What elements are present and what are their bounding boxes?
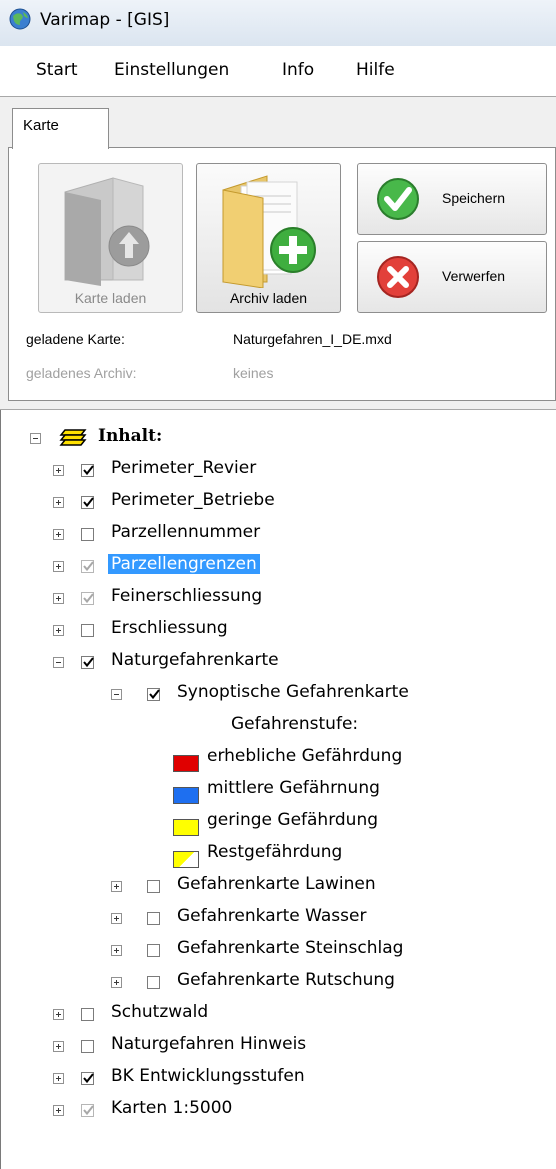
collapse-synoptische-icon[interactable] <box>111 689 122 700</box>
karte-laden-button[interactable]: Karte laden <box>38 163 183 313</box>
tree-root-label: Inhalt: <box>98 426 163 446</box>
layer-naturgefahren-hinweis[interactable]: Naturgefahren Hinweis <box>111 1034 306 1054</box>
layer-perimeter-betriebe[interactable]: Perimeter_Betriebe <box>111 490 275 510</box>
expand-schutzwald-icon[interactable] <box>53 1009 64 1020</box>
expand-naturgefahren-hinweis-icon[interactable] <box>53 1041 64 1052</box>
menu-hilfe[interactable]: Hilfe <box>356 60 395 80</box>
expand-erschliessung-icon[interactable] <box>53 625 64 636</box>
layer-erschliessung[interactable]: Erschliessung <box>111 618 228 638</box>
legend-label-rest: Restgefährdung <box>207 842 343 862</box>
verwerfen-button[interactable]: Verwerfen <box>357 241 547 313</box>
legend-swatch-yellow <box>173 819 199 836</box>
loaded-map-label: geladene Karte: <box>26 331 125 347</box>
expand-parzellennummer-icon[interactable] <box>53 529 64 540</box>
loaded-map-value: Naturgefahren_I_DE.mxd <box>233 331 392 347</box>
verwerfen-label: Verwerfen <box>442 268 506 284</box>
tab-karte-label: Karte <box>23 117 59 134</box>
checkbox-naturgefahrenkarte[interactable] <box>81 656 94 669</box>
legend-label-erheblich: erhebliche Gefährdung <box>207 746 403 766</box>
title-bar: Varimap - [GIS] <box>0 0 556 46</box>
layer-tree: Inhalt: Perimeter_Revier Perimeter_Betri… <box>0 410 556 1169</box>
folder-add-icon <box>222 175 316 288</box>
checkbox-synoptische-gefahrenkarte[interactable] <box>147 688 160 701</box>
layer-gefahrenkarte-steinschlag[interactable]: Gefahrenkarte Steinschlag <box>177 938 403 958</box>
layer-feinerschliessung[interactable]: Feinerschliessung <box>111 586 262 606</box>
checkbox-feinerschliessung[interactable] <box>81 592 94 605</box>
menu-start[interactable]: Start <box>36 60 78 80</box>
close-icon <box>377 256 419 298</box>
layers-icon <box>59 429 87 446</box>
expand-karten-5000-icon[interactable] <box>53 1105 64 1116</box>
expand-wasser-icon[interactable] <box>111 913 122 924</box>
checkbox-parzellengrenzen[interactable] <box>81 560 94 573</box>
expand-perimeter-revier-icon[interactable] <box>53 465 64 476</box>
expand-parzellengrenzen-icon[interactable] <box>53 561 64 572</box>
loaded-archive-label: geladenes Archiv: <box>26 365 137 381</box>
layer-synoptische-gefahrenkarte[interactable]: Synoptische Gefahrenkarte <box>177 682 409 702</box>
checkbox-naturgefahren-hinweis[interactable] <box>81 1040 94 1053</box>
legend-swatch-hatched <box>173 851 199 868</box>
checkbox-gefahrenkarte-steinschlag[interactable] <box>147 944 160 957</box>
legend-swatch-blue <box>173 787 199 804</box>
layer-parzellennummer[interactable]: Parzellennummer <box>111 522 260 542</box>
speichern-label: Speichern <box>442 190 506 206</box>
checkbox-schutzwald[interactable] <box>81 1008 94 1021</box>
legend-heading: Gefahrenstufe: <box>231 714 359 734</box>
legend-label-geringe: geringe Gefährdung <box>207 810 379 830</box>
layer-parzellengrenzen[interactable]: Parzellengrenzen <box>108 554 260 574</box>
menu-info[interactable]: Info <box>282 60 314 80</box>
collapse-root-icon[interactable] <box>30 433 41 444</box>
layer-karten-5000[interactable]: Karten 1:5000 <box>111 1098 232 1118</box>
checkbox-perimeter-betriebe[interactable] <box>81 496 94 509</box>
checkmark-icon <box>377 178 419 220</box>
expand-perimeter-betriebe-icon[interactable] <box>53 497 64 508</box>
checkbox-gefahrenkarte-rutschung[interactable] <box>147 976 160 989</box>
collapse-naturgefahrenkarte-icon[interactable] <box>53 657 64 668</box>
globe-icon <box>9 8 31 30</box>
checkbox-parzellennummer[interactable] <box>81 528 94 541</box>
loaded-archive-value: keines <box>233 365 274 381</box>
window-title: Varimap - [GIS] <box>40 10 170 30</box>
layer-naturgefahrenkarte[interactable]: Naturgefahrenkarte <box>111 650 279 670</box>
expand-bk-entwicklungsstufen-icon[interactable] <box>53 1073 64 1084</box>
layer-bk-entwicklungsstufen[interactable]: BK Entwicklungsstufen <box>111 1066 305 1086</box>
checkbox-gefahrenkarte-lawinen[interactable] <box>147 880 160 893</box>
layer-schutzwald[interactable]: Schutzwald <box>111 1002 208 1022</box>
expand-rutschung-icon[interactable] <box>111 977 122 988</box>
karte-laden-label: Karte laden <box>74 290 147 306</box>
legend-swatch-red <box>173 755 199 772</box>
checkbox-erschliessung[interactable] <box>81 624 94 637</box>
speichern-button[interactable]: Speichern <box>357 163 547 235</box>
tab-karte[interactable]: Karte <box>12 108 109 149</box>
archiv-laden-label: Archiv laden <box>229 290 308 306</box>
checkbox-gefahrenkarte-wasser[interactable] <box>147 912 160 925</box>
layer-gefahrenkarte-lawinen[interactable]: Gefahrenkarte Lawinen <box>177 874 376 894</box>
menu-bar: Start Einstellungen Info Hilfe <box>0 46 556 92</box>
layer-perimeter-revier[interactable]: Perimeter_Revier <box>111 458 256 478</box>
checkbox-perimeter-revier[interactable] <box>81 464 94 477</box>
expand-steinschlag-icon[interactable] <box>111 945 122 956</box>
layer-gefahrenkarte-rutschung[interactable]: Gefahrenkarte Rutschung <box>177 970 395 990</box>
expand-feinerschliessung-icon[interactable] <box>53 593 64 604</box>
menu-einstellungen[interactable]: Einstellungen <box>114 60 229 80</box>
legend-label-mittlere: mittlere Gefährnung <box>207 778 380 798</box>
folder-upload-icon <box>64 177 150 286</box>
archiv-laden-button[interactable]: Archiv laden <box>196 163 341 313</box>
expand-lawinen-icon[interactable] <box>111 881 122 892</box>
checkbox-karten-5000[interactable] <box>81 1104 94 1117</box>
checkbox-bk-entwicklungsstufen[interactable] <box>81 1072 94 1085</box>
layer-gefahrenkarte-wasser[interactable]: Gefahrenkarte Wasser <box>177 906 366 926</box>
